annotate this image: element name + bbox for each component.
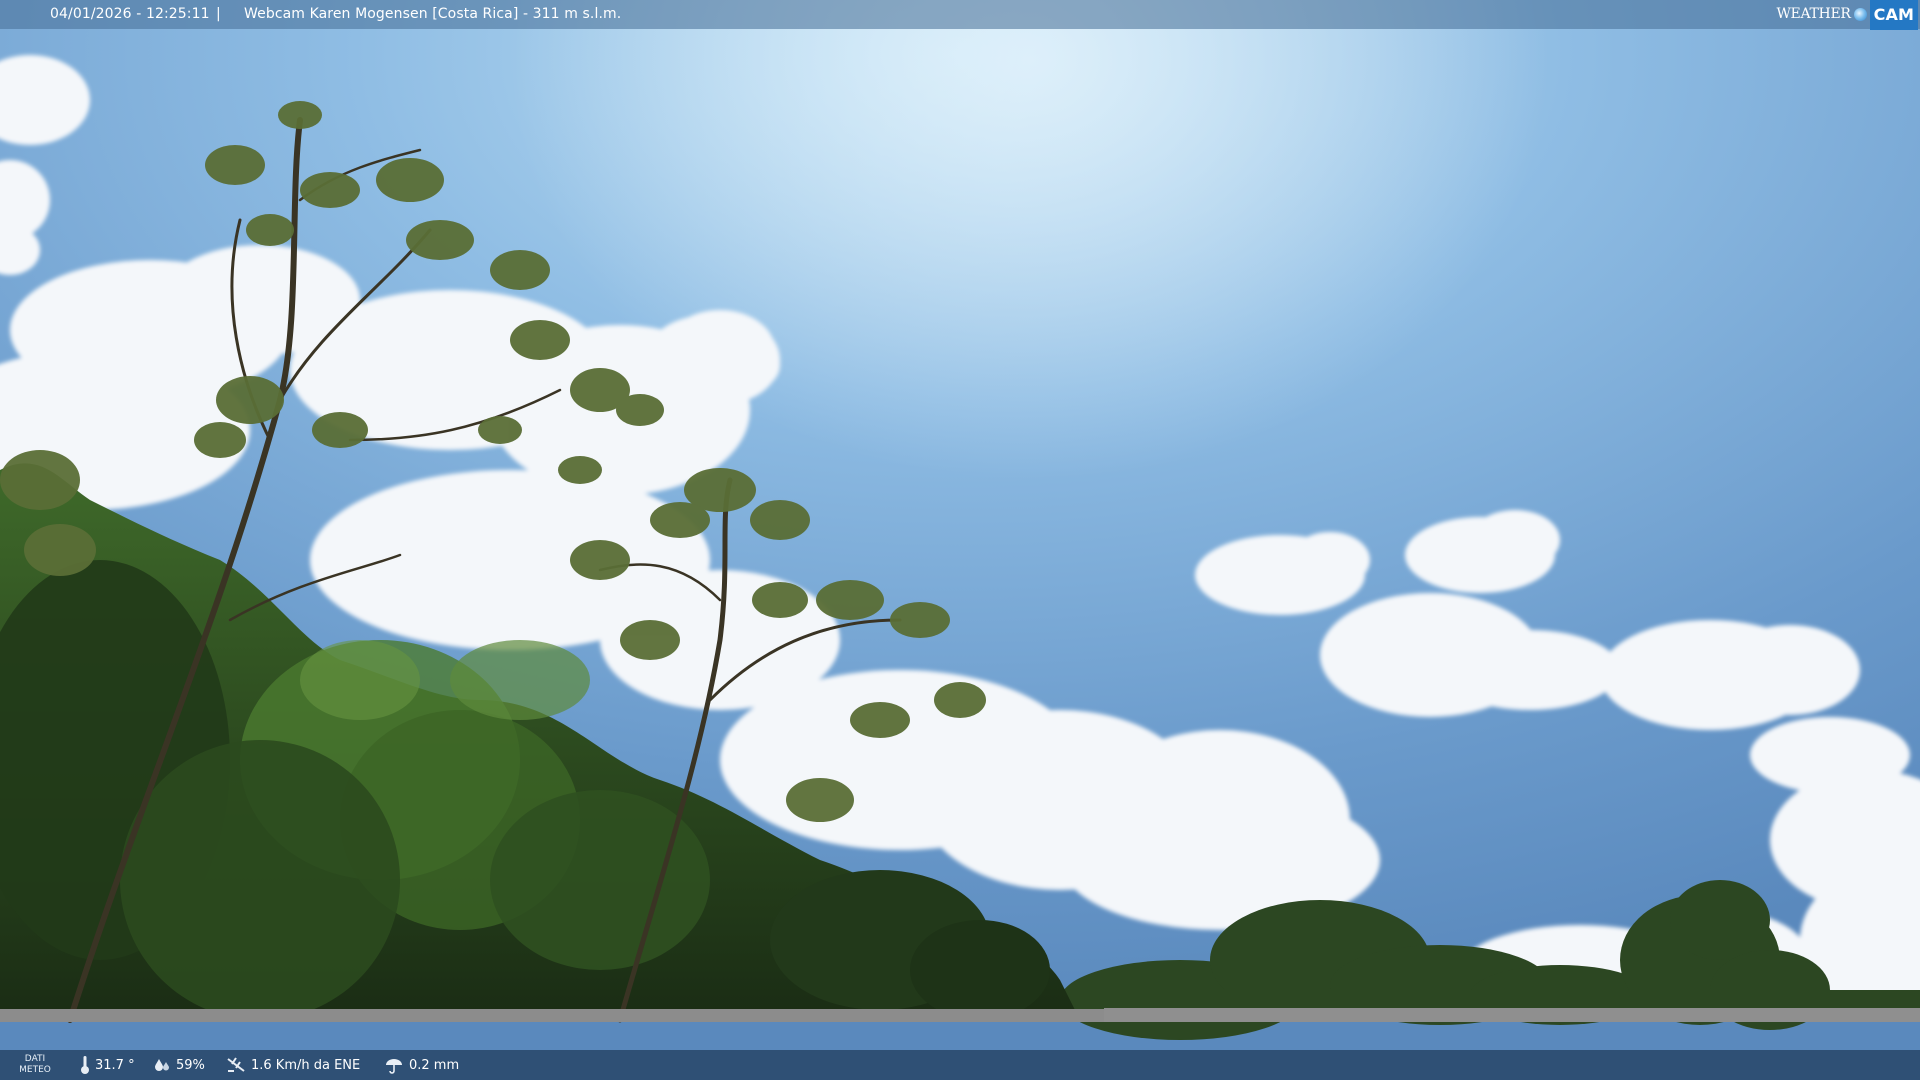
logo-weather-text: WEATHER xyxy=(1776,6,1851,22)
rain-icon xyxy=(386,1059,402,1074)
thermometer-icon xyxy=(81,1056,89,1074)
humidity-reading: 59% xyxy=(153,1050,205,1080)
temperature-reading: 31.7 ° xyxy=(80,1050,135,1080)
rain-value: 0.2 mm xyxy=(409,1057,460,1073)
webcam-scene xyxy=(0,0,1920,1080)
dati-meteo-label[interactable]: DATI METEO xyxy=(18,1054,52,1076)
humidity-drops-icon xyxy=(155,1059,169,1071)
timestamp: 04/01/2026 - 12:25:11 xyxy=(50,6,210,22)
temperature-value: 31.7 ° xyxy=(95,1057,135,1073)
logo-globe-icon xyxy=(1853,8,1867,21)
rain-reading: 0.2 mm xyxy=(384,1050,459,1080)
weather-data-bar: DATI METEO 31.7 ° 59% 1.6 Km/h da ENE 0.… xyxy=(0,1050,1920,1080)
weathercam-logo: WEATHER CAM xyxy=(1776,0,1918,30)
wind-value: 1.6 Km/h da ENE xyxy=(251,1057,361,1073)
top-info-bar: 04/01/2026 - 12:25:11 | Webcam Karen Mog… xyxy=(0,0,1920,30)
title-separator: | xyxy=(216,6,221,22)
webcam-title: Webcam Karen Mogensen [Costa Rica] - 311… xyxy=(244,6,622,22)
wind-icon xyxy=(227,1057,245,1072)
humidity-value: 59% xyxy=(176,1057,205,1073)
timeline-strip xyxy=(0,1008,1920,1022)
logo-cam-text: CAM xyxy=(1869,0,1918,30)
dati-label-line1: DATI xyxy=(24,1054,46,1064)
dati-label-line2: METEO xyxy=(19,1065,51,1075)
timeline-strip-right xyxy=(1104,1008,1920,1022)
wind-reading: 1.6 Km/h da ENE xyxy=(226,1050,360,1080)
